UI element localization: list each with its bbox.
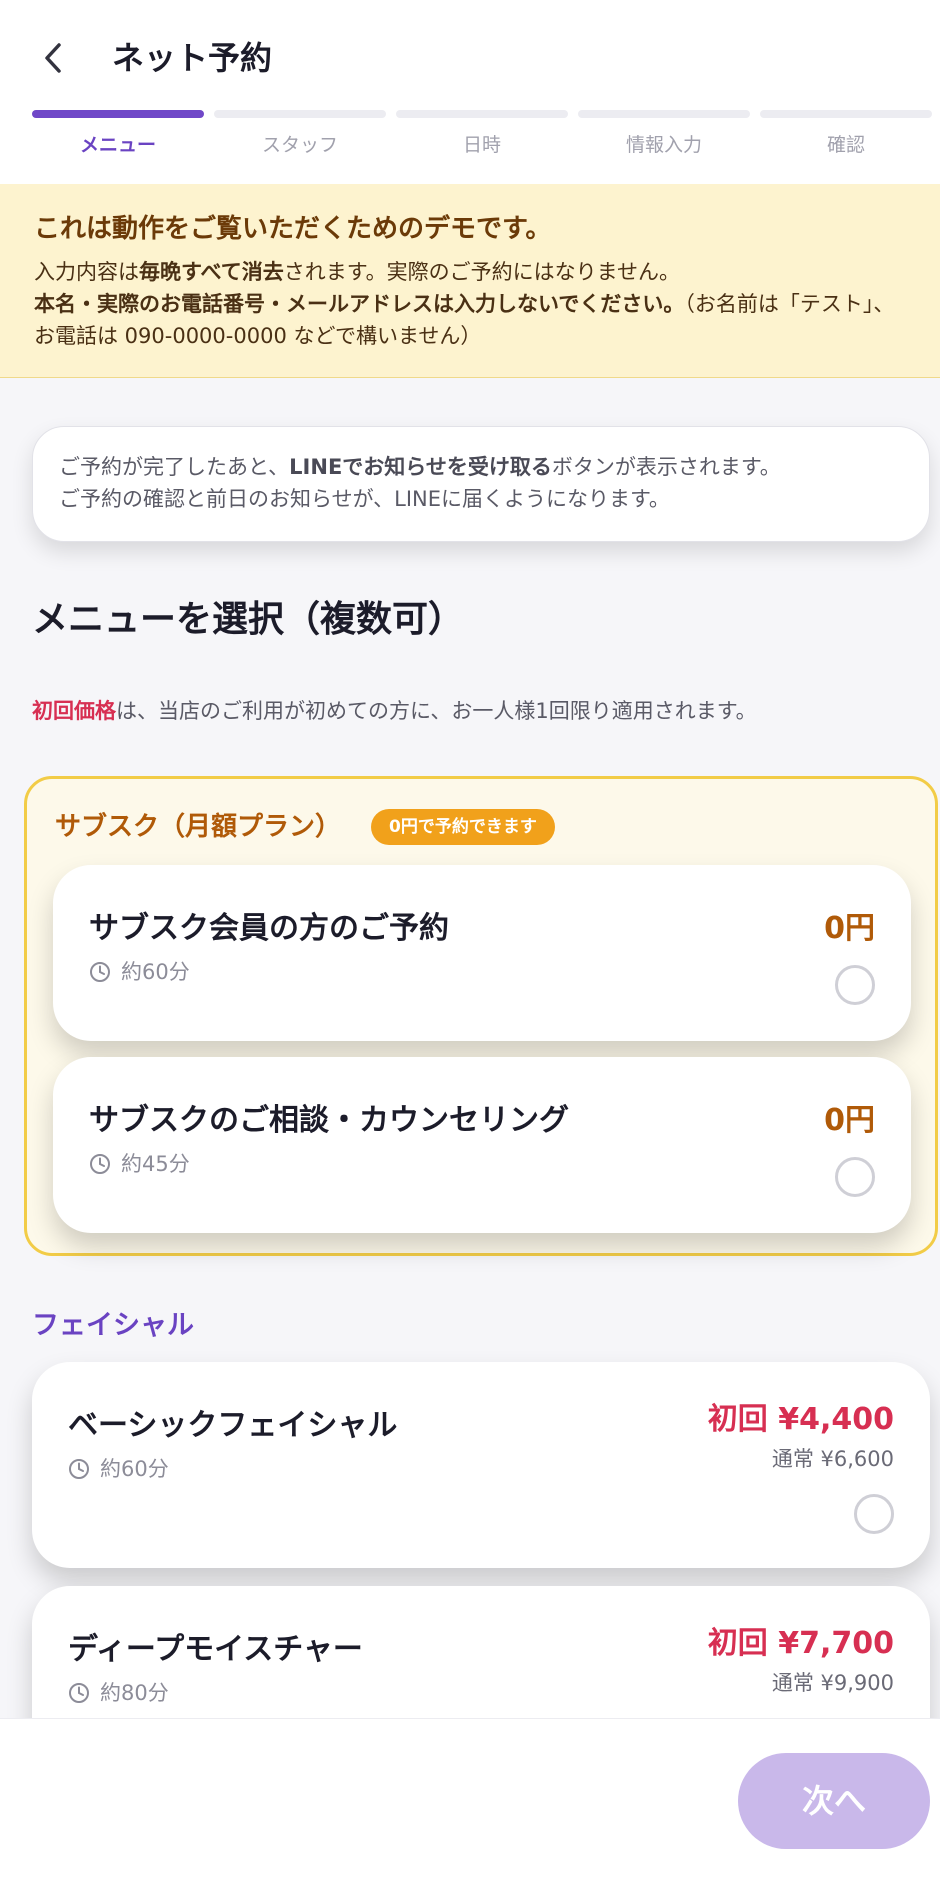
menu-section-heading: メニューを選択（複数可） (32, 599, 465, 640)
menu-card-subscription-counseling[interactable]: サブスクのご相談・カウンセリング 約45分 0円 (53, 1057, 911, 1233)
subscription-title: サブスク（月額プラン） (55, 812, 342, 842)
notice-body: 入力内容は毎晩すべて消去されます。実際のご予約にはなりません。 本名・実際のお電… (34, 256, 906, 352)
step-bar (32, 110, 204, 118)
notice-bold-text: 本名・実際のお電話番号・メールアドレスは入力しないでください。 (34, 292, 685, 316)
notice-bold-text: 毎晩すべて消去 (139, 260, 284, 284)
line-info-line-1: ご予約が完了したあと、LINEでお知らせを受け取るボタンが表示されます。 (59, 451, 903, 483)
menu-name: ベーシックフェイシャル (68, 1408, 398, 1443)
menu-name: サブスク会員の方のご予約 (89, 911, 449, 946)
notice-title: これは動作をご覧いただくためのデモです。 (34, 214, 552, 244)
notice-line-1: 入力内容は毎晩すべて消去されます。実際のご予約にはなりません。 (34, 256, 906, 288)
facial-heading: フェイシャル (32, 1310, 194, 1341)
bottom-action-bar: 次へ (0, 1718, 940, 1880)
menu-price: 0円 (824, 1103, 875, 1138)
regular-price: 通常 ¥6,600 (771, 1447, 894, 1471)
first-price-note-text: は、当店のご利用が初めての方に、お一人様1回限り適用されます。 (116, 699, 757, 723)
clock-icon (69, 1459, 89, 1479)
subscription-badge: 0円で予約できます (371, 809, 555, 845)
step-progress: メニュー スタッフ 日時 情報入力 確認 (32, 110, 932, 170)
menu-name: ディープモイスチャー (68, 1632, 363, 1667)
step-menu[interactable]: メニュー (32, 110, 204, 170)
app-header: ネット予約 メニュー スタッフ 日時 情報入力 確認 (0, 0, 940, 184)
menu-duration: 約80分 (68, 1678, 169, 1708)
step-bar (396, 110, 568, 118)
menu-duration: 約60分 (89, 957, 190, 987)
menu-select-radio[interactable] (835, 1157, 875, 1197)
step-confirm[interactable]: 確認 (760, 110, 932, 170)
first-price: 初回 ¥7,700 (707, 1626, 894, 1661)
menu-name: サブスクのご相談・カウンセリング (89, 1103, 569, 1138)
step-bar (760, 110, 932, 118)
step-label: 情報入力 (625, 134, 702, 156)
duration-text: 約60分 (121, 960, 190, 984)
step-info-input[interactable]: 情報入力 (578, 110, 750, 170)
step-bar (214, 110, 386, 118)
line-info-text: ボタンが表示されます。 (551, 455, 781, 479)
duration-text: 約45分 (121, 1152, 190, 1176)
first-price-highlight: 初回価格 (32, 699, 116, 723)
regular-price: 通常 ¥9,900 (771, 1671, 894, 1695)
next-button[interactable]: 次へ (738, 1753, 930, 1849)
clock-icon (90, 962, 110, 982)
duration-text: 約80分 (100, 1681, 169, 1705)
clock-icon (69, 1683, 89, 1703)
menu-select-radio[interactable] (835, 965, 875, 1005)
step-staff[interactable]: スタッフ (214, 110, 386, 170)
menu-select-radio[interactable] (854, 1494, 894, 1534)
back-button[interactable] (28, 30, 78, 86)
clock-icon (90, 1154, 110, 1174)
step-label: 確認 (826, 134, 865, 156)
chevron-left-icon (45, 43, 61, 73)
menu-price: 0円 (824, 911, 875, 946)
menu-duration: 約60分 (68, 1454, 169, 1484)
step-bar (578, 110, 750, 118)
page-title: ネット予約 (112, 39, 273, 77)
notice-text: 入力内容は (34, 260, 139, 284)
demo-notice: これは動作をご覧いただくためのデモです。 入力内容は毎晩すべて消去されます。実際… (0, 184, 940, 378)
line-info-bold-text: LINEでお知らせを受け取る (289, 455, 552, 479)
step-label: 日時 (462, 134, 501, 156)
menu-card-basic-facial[interactable]: ベーシックフェイシャル 約60分 初回 ¥4,400 通常 ¥6,600 (32, 1362, 930, 1568)
line-info-text: ご予約が完了したあと、 (59, 455, 290, 479)
step-label: メニュー (79, 134, 156, 156)
first-price-note: 初回価格は、当店のご利用が初めての方に、お一人様1回限り適用されます。 (32, 694, 757, 728)
notice-line-2: 本名・実際のお電話番号・メールアドレスは入力しないでください。（お名前は「テスト… (34, 288, 906, 352)
step-label: スタッフ (261, 134, 338, 156)
step-datetime[interactable]: 日時 (396, 110, 568, 170)
notice-text: されます。実際のご予約にはなりません。 (283, 260, 680, 284)
subscription-group: サブスク（月額プラン） 0円で予約できます サブスク会員の方のご予約 約60分 … (24, 776, 938, 1256)
line-info-line-2: ご予約の確認と前日のお知らせが、LINEに届くようになります。 (59, 487, 670, 511)
menu-card-subscription-member[interactable]: サブスク会員の方のご予約 約60分 0円 (53, 865, 911, 1041)
duration-text: 約60分 (100, 1457, 169, 1481)
menu-duration: 約45分 (89, 1149, 190, 1179)
line-info-box: ご予約が完了したあと、LINEでお知らせを受け取るボタンが表示されます。 ご予約… (32, 426, 930, 542)
first-price: 初回 ¥4,400 (707, 1402, 894, 1437)
